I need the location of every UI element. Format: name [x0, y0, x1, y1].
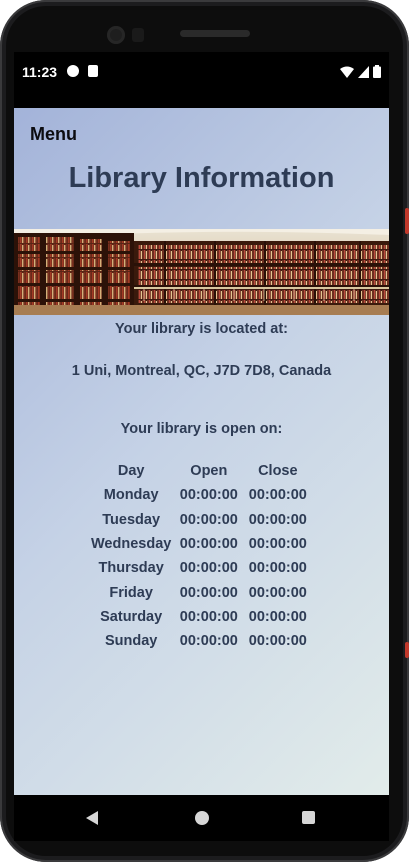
column-header-open: Open [190, 463, 228, 480]
table-row: Friday 00:00:00 00:00:00 [88, 580, 312, 604]
table-row: Sunday 00:00:00 00:00:00 [88, 629, 312, 653]
clipboard-icon [88, 65, 98, 77]
hours-heading: Your library is open on: [120, 421, 283, 437]
table-header-row: Day Open Close [88, 459, 312, 483]
power-button [405, 642, 409, 658]
navigation-bar [14, 795, 389, 841]
close-time-cell: 00:00:00 [248, 536, 307, 553]
open-time-cell: 00:00:00 [179, 511, 238, 528]
library-info-page: Menu Library Information Your library is… [14, 108, 389, 795]
open-time-cell: 00:00:00 [179, 608, 238, 625]
status-bar: 11:23 [14, 52, 389, 108]
day-cell: Wednesday [91, 536, 172, 553]
battery-icon [373, 65, 381, 78]
library-banner-image [14, 229, 389, 315]
menu-button[interactable]: Menu [30, 124, 77, 145]
status-time: 11:23 [22, 64, 58, 80]
table-row: Thursday 00:00:00 00:00:00 [88, 556, 312, 580]
opening-hours-table: Day Open Close Monday 00:00:00 00:00:00 … [88, 459, 312, 653]
column-header-day: Day [117, 463, 145, 480]
open-time-cell: 00:00:00 [179, 487, 238, 504]
day-cell: Saturday [100, 608, 163, 625]
library-address: 1 Uni, Montreal, QC, J7D 7D8, Canada [71, 363, 332, 379]
signal-icon [358, 65, 369, 78]
close-time-cell: 00:00:00 [248, 560, 307, 577]
table-row: Wednesday 00:00:00 00:00:00 [88, 532, 312, 556]
notification-icon [67, 65, 79, 77]
location-heading: Your library is located at: [115, 321, 288, 337]
close-time-cell: 00:00:00 [248, 584, 307, 601]
recents-icon[interactable] [302, 811, 315, 824]
day-cell: Monday [103, 487, 159, 504]
close-time-cell: 00:00:00 [248, 511, 307, 528]
wifi-icon [340, 66, 354, 78]
column-header-close: Close [258, 463, 298, 480]
day-cell: Thursday [98, 560, 164, 577]
open-time-cell: 00:00:00 [179, 584, 238, 601]
open-time-cell: 00:00:00 [179, 536, 238, 553]
screen: 11:23 Menu Library Information Your libr… [14, 52, 389, 795]
close-time-cell: 00:00:00 [248, 487, 307, 504]
day-cell: Sunday [104, 633, 158, 650]
earpiece-speaker [180, 30, 250, 37]
table-row: Tuesday 00:00:00 00:00:00 [88, 508, 312, 532]
home-icon[interactable] [195, 811, 209, 825]
front-camera [107, 26, 125, 44]
back-icon[interactable] [86, 811, 98, 825]
status-right-group [340, 65, 381, 78]
day-cell: Tuesday [102, 511, 161, 528]
table-row: Saturday 00:00:00 00:00:00 [88, 605, 312, 629]
close-time-cell: 00:00:00 [248, 608, 307, 625]
volume-button [405, 208, 409, 234]
sensor [132, 28, 144, 42]
open-time-cell: 00:00:00 [179, 633, 238, 650]
day-cell: Friday [109, 584, 153, 601]
page-title: Library Information [68, 162, 335, 194]
table-row: Monday 00:00:00 00:00:00 [88, 483, 312, 507]
open-time-cell: 00:00:00 [179, 560, 238, 577]
close-time-cell: 00:00:00 [248, 633, 307, 650]
